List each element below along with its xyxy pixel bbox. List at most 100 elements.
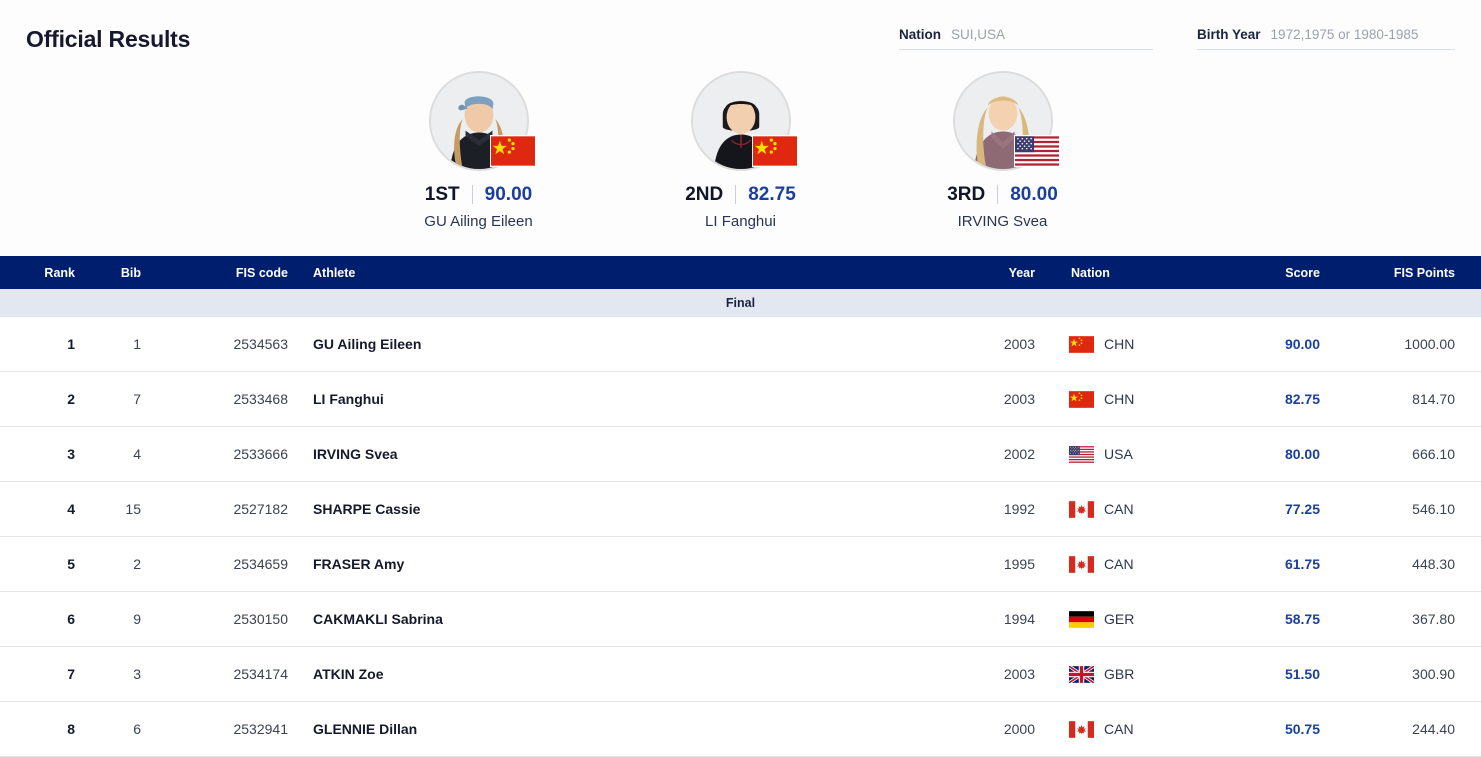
nation-filter-input[interactable] — [951, 27, 1153, 42]
cell-nation: CAN — [1035, 719, 1155, 739]
cell-year: 2003 — [1003, 336, 1035, 352]
cell-fis-code: 2530150 — [233, 611, 288, 627]
nation-code: GBR — [1104, 666, 1135, 682]
cell-year: 2003 — [1003, 666, 1035, 682]
table-row[interactable]: 2 7 2533468 LI Fanghui 2003 CHN 82.75 814.70 — [0, 372, 1481, 427]
cell-bib: 4 — [133, 446, 141, 462]
cell-score: 51.50 — [1284, 666, 1320, 682]
flag-usa-icon — [1068, 444, 1095, 464]
cell-nation: CHN — [1035, 334, 1155, 354]
nation-code: GER — [1104, 611, 1135, 627]
podium-score: 90.00 — [484, 184, 533, 205]
cell-athlete[interactable]: IRVING Svea — [313, 446, 945, 462]
nation-filter[interactable]: Nation — [899, 27, 1153, 50]
cell-fis-points: 1000.00 — [1404, 336, 1455, 352]
podium-athlete-name: LI Fanghui — [705, 213, 776, 230]
cell-nation: USA — [1035, 444, 1155, 464]
table-header-row: Rank Bib FIS code Athlete Year Nation Sc… — [0, 256, 1481, 289]
column-header-fis-code[interactable]: FIS code — [141, 266, 288, 280]
cell-athlete[interactable]: LI Fanghui — [313, 391, 945, 407]
nation-code: USA — [1104, 446, 1133, 462]
cell-fis-points: 448.30 — [1412, 556, 1455, 572]
cell-fis-code: 2534659 — [233, 556, 288, 572]
cell-bib: 9 — [133, 611, 141, 627]
page-title: Official Results — [26, 26, 191, 52]
table-row[interactable]: 4 15 2527182 SHARPE Cassie 1992 CAN 77.25 546.1… — [0, 482, 1481, 537]
avatar-wrap — [952, 71, 1060, 171]
podium-rank-label: 3RD — [947, 184, 986, 205]
birth-year-filter[interactable]: Birth Year — [1197, 27, 1455, 50]
cell-rank: 4 — [67, 501, 75, 517]
avatar-wrap — [690, 71, 798, 171]
cell-rank: 1 — [67, 336, 75, 352]
cell-fis-points: 814.70 — [1412, 391, 1455, 407]
cell-fis-points: 367.80 — [1412, 611, 1455, 627]
birth-year-filter-label: Birth Year — [1197, 27, 1261, 42]
cell-bib: 15 — [125, 501, 141, 517]
cell-athlete[interactable]: SHARPE Cassie — [313, 501, 945, 517]
cell-score: 50.75 — [1284, 721, 1320, 737]
cell-fis-code: 2533666 — [233, 446, 288, 462]
column-header-rank[interactable]: Rank — [0, 266, 75, 280]
table-row[interactable]: 8 6 2532941 GLENNIE Dillan 2000 CAN 50.75 244.4… — [0, 702, 1481, 757]
section-label: Final — [725, 296, 756, 310]
nation-code: CAN — [1104, 501, 1134, 517]
column-header-athlete[interactable]: Athlete — [313, 266, 945, 280]
cell-nation: CAN — [1035, 499, 1155, 519]
cell-rank: 6 — [67, 611, 75, 627]
cell-fis-points: 300.90 — [1412, 666, 1455, 682]
cell-fis-code: 2533468 — [233, 391, 288, 407]
results-page: Official Results Nation Birth Year — [0, 0, 1481, 757]
avatar-wrap — [428, 71, 536, 171]
cell-score: 80.00 — [1284, 446, 1320, 462]
cell-athlete[interactable]: GU Ailing Eileen — [313, 336, 945, 352]
filter-group: Nation Birth Year — [899, 27, 1455, 50]
cell-score: 61.75 — [1284, 556, 1320, 572]
table-row[interactable]: 7 3 2534174 ATKIN Zoe 2003 GBR 51.50 300.90 — [0, 647, 1481, 702]
podium-score-line: 1ST 90.00 — [425, 185, 532, 204]
flag-can-icon — [1068, 719, 1095, 739]
cell-rank: 3 — [67, 446, 75, 462]
table-row[interactable]: 5 2 2534659 FRASER Amy 1995 CAN 61.75 448.30 — [0, 537, 1481, 592]
column-header-fis-points[interactable]: FIS Points — [1320, 266, 1481, 280]
column-header-score[interactable]: Score — [1155, 266, 1320, 280]
flag-badge-usa — [1013, 135, 1060, 167]
cell-score: 58.75 — [1284, 611, 1320, 627]
cell-nation: CAN — [1035, 554, 1155, 574]
table-row[interactable]: 1 1 2534563 GU Ailing Eileen 2003 CHN 90.00 100… — [0, 317, 1481, 372]
nation-filter-label: Nation — [899, 27, 941, 42]
section-row-final: Final — [0, 289, 1481, 317]
cell-year: 2003 — [1003, 391, 1035, 407]
cell-year: 1995 — [1003, 556, 1035, 572]
cell-athlete[interactable]: FRASER Amy — [313, 556, 945, 572]
flag-badge-chn — [489, 135, 536, 167]
table-row[interactable]: 3 4 2533666 IRVING Svea 2002 USA 80.00 666.10 — [0, 427, 1481, 482]
column-header-year[interactable]: Year — [945, 266, 1035, 280]
cell-athlete[interactable]: CAKMAKLI Sabrina — [313, 611, 945, 627]
table-row[interactable]: 6 9 2530150 CAKMAKLI Sabrina 1994 GER 58.75 367… — [0, 592, 1481, 647]
podium-card-3[interactable]: 3RD 80.00 IRVING Svea — [902, 71, 1104, 230]
podium-athlete-name: IRVING Svea — [957, 213, 1048, 230]
podium-rank-label: 2ND — [685, 184, 724, 205]
cell-nation: GER — [1035, 609, 1155, 629]
cell-bib: 6 — [133, 721, 141, 737]
flag-badge-chn — [751, 135, 798, 167]
podium-card-2[interactable]: 2ND 82.75 LI Fanghui — [640, 71, 842, 230]
cell-athlete[interactable]: GLENNIE Dillan — [313, 721, 945, 737]
flag-gbr-icon — [1068, 664, 1095, 684]
cell-rank: 2 — [67, 391, 75, 407]
podium-score: 82.75 — [748, 184, 796, 205]
cell-score: 82.75 — [1284, 391, 1320, 407]
column-header-bib[interactable]: Bib — [75, 266, 141, 280]
birth-year-filter-input[interactable] — [1270, 27, 1455, 42]
cell-fis-code: 2532941 — [233, 721, 288, 737]
cell-fis-points: 546.10 — [1412, 501, 1455, 517]
cell-athlete[interactable]: ATKIN Zoe — [313, 666, 945, 682]
cell-nation: CHN — [1035, 389, 1155, 409]
podium-card-1[interactable]: 1ST 90.00 GU Ailing Eileen — [378, 71, 580, 230]
cell-nation: GBR — [1035, 664, 1155, 684]
flag-can-icon — [1068, 554, 1095, 574]
column-header-nation[interactable]: Nation — [1035, 266, 1155, 280]
nation-code: CAN — [1104, 721, 1134, 737]
cell-rank: 5 — [67, 556, 75, 572]
